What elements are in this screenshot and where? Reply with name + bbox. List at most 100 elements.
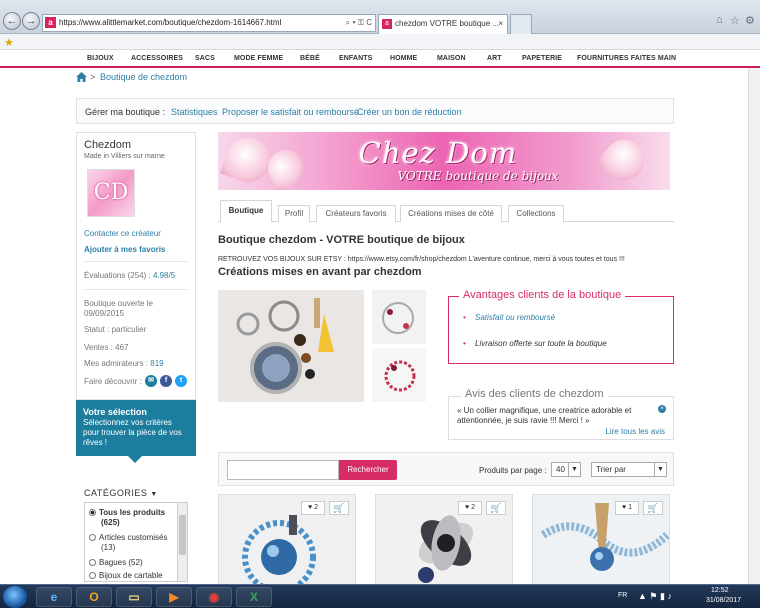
seller-logo[interactable]: CD [87,169,135,217]
home-icon[interactable] [76,72,87,82]
radio[interactable] [89,572,96,579]
flower-decoration [261,143,311,190]
nav-item-papeterie[interactable]: PAPETERIE [522,55,562,62]
nav-item-enfants[interactable]: ENFANTS [339,55,372,62]
explorer-taskbar-icon[interactable]: ▭ [116,587,152,607]
excel-taskbar-icon[interactable]: X [236,587,272,607]
favorites-bar: ★ [0,34,760,50]
address-bar[interactable]: a https://www.alittlemarket.com/boutique… [42,14,376,32]
add-favorites-link[interactable]: Ajouter à mes favoris [84,245,165,254]
breadcrumb-current[interactable]: Boutique de chezdom [100,72,187,82]
opened-date: 09/09/2015 [84,309,125,318]
admirers-value[interactable]: 819 [150,359,163,368]
nav-item-bijoux[interactable]: BIJOUX [87,55,114,62]
category-item[interactable]: Articles customisés (13) [89,533,175,553]
language-indicator[interactable]: FR [618,592,627,599]
window-title-faint [630,0,760,10]
nav-item-mode-femme[interactable]: MODE FEMME [234,55,283,62]
seller-sales: Ventes : 467 [84,343,129,352]
category-item[interactable]: Bagues (52) [89,558,175,568]
product-card[interactable]: ♥ 1 🛒 [532,494,670,590]
radio[interactable] [89,559,96,566]
forward-button[interactable]: → [22,12,40,30]
featured-photo-3[interactable] [372,348,426,402]
banner-title: Chez Dom [358,136,518,170]
media-player-taskbar-icon[interactable]: ▶ [156,587,192,607]
sort-select[interactable]: Trier par ▼ [591,462,667,477]
link-satisfait-rembourse[interactable]: Proposer le satisfait ou remboursé [222,107,359,117]
tab-collections[interactable]: Collections [508,205,564,222]
page-scrollbar[interactable] [748,68,760,584]
divider [84,261,188,262]
tab-creations-cote[interactable]: Créations mises de côté [400,205,502,222]
clock-date[interactable]: 31/08/2017 [706,597,741,604]
search-button[interactable]: Rechercher [339,460,397,480]
link-bon-reduction[interactable]: Créer un bon de réduction [357,107,462,117]
twitter-share-icon[interactable]: t [175,375,187,387]
tab-close-icon[interactable]: × [498,15,503,33]
banner-subtitle: VOTRE boutique de bijoux [397,169,559,183]
seller-location: Made in Villiers sur marne [84,153,165,160]
tab-createurs-favoris[interactable]: Créateurs favoris [316,205,396,222]
outlook-taskbar-icon[interactable]: O [76,587,112,607]
shop-heading: Boutique chezdom - VOTRE boutique de bij… [218,234,465,246]
home-icon[interactable]: ⌂ [716,14,723,26]
nav-item-maison[interactable]: MAISON [437,55,466,62]
tray-icons[interactable]: ▲ ⚑ ▮ ♪ [638,591,672,602]
advantage-item[interactable]: Satisfait ou remboursé [463,313,555,322]
clock-time[interactable]: 12:52 [711,587,729,594]
selection-desc: Sélectionnez vos critères pour trouver l… [83,418,182,447]
radio[interactable] [89,534,96,541]
add-to-cart-icon[interactable]: 🛒 [486,501,506,515]
category-count: (52) [128,558,143,567]
admirers: Mes admirateurs : 819 [84,359,164,368]
address-controls[interactable]: ⌕ ▾ ⚿ C [346,15,372,31]
nav-item-art[interactable]: ART [487,55,502,62]
favorites-star-icon[interactable]: ☆ [730,14,740,27]
link-statistiques[interactable]: Statistiques [171,107,218,117]
close-icon[interactable]: × [658,405,666,413]
email-share-icon[interactable]: ✉ [145,375,157,387]
ratings-value[interactable]: 4.98/5 [153,271,175,280]
site-nav: BIJOUX ACCESSOIRES SACS MODE FEMME BÉBÉ … [0,50,760,68]
new-tab-button[interactable] [510,14,532,34]
like-button[interactable]: ♥ 2 [458,501,482,515]
nav-item-fournitures[interactable]: FOURNITURES FAITES MAIN [577,55,676,62]
per-page-select[interactable]: 40 ▼ [551,462,581,477]
chrome-taskbar-icon[interactable]: ◉ [196,587,232,607]
settings-gear-icon[interactable]: ⚙ [745,14,755,27]
search-input[interactable] [227,460,339,480]
tab-boutique[interactable]: Boutique [220,200,272,222]
categories-scrollbar[interactable] [177,503,187,581]
nav-item-bebe[interactable]: BÉBÉ [300,55,320,62]
like-button[interactable]: ♥ 1 [615,501,639,515]
contact-creator-link[interactable]: Contacter ce créateur [84,229,161,238]
browser-tab[interactable]: a chezdom VOTRE boutique ... × [378,14,508,34]
categories-list[interactable]: Tous les produits (625) Articles customis… [84,502,188,582]
start-button[interactable] [3,586,27,608]
tab-profil[interactable]: Profil [278,205,310,222]
ratings-label: Évaluations (254) : [84,271,151,280]
ie-taskbar-icon[interactable]: e [36,587,72,607]
featured-photo-2[interactable] [372,290,426,344]
category-label: Bagues [99,558,127,567]
like-button[interactable]: ♥ 2 [301,501,325,515]
category-item[interactable]: Tous les produits (625) [89,508,175,528]
seller-status: Statut : particulier [84,325,147,334]
add-favorite-icon[interactable]: ★ [4,36,14,49]
back-button[interactable]: ← [3,12,21,30]
featured-photo-main[interactable] [218,290,364,402]
nav-item-sacs[interactable]: SACS [195,55,215,62]
review-quote: « Un collier magnifique, une creatrice a… [457,406,632,425]
product-card[interactable]: ♥ 2 🛒 [218,494,356,590]
facebook-share-icon[interactable]: f [160,375,172,387]
add-to-cart-icon[interactable]: 🛒 [643,501,663,515]
nav-item-accessoires[interactable]: ACCESSOIRES [131,55,183,62]
category-item[interactable]: Bijoux de cartable [89,571,175,581]
product-card[interactable]: ♥ 2 🛒 [375,494,513,590]
all-reviews-link[interactable]: Lire tous les avis [605,427,665,436]
categories-header[interactable]: CATÉGORIES ▼ [84,488,158,498]
add-to-cart-icon[interactable]: 🛒 [329,501,349,515]
nav-item-homme[interactable]: HOMME [390,55,417,62]
radio-selected[interactable] [89,509,96,516]
